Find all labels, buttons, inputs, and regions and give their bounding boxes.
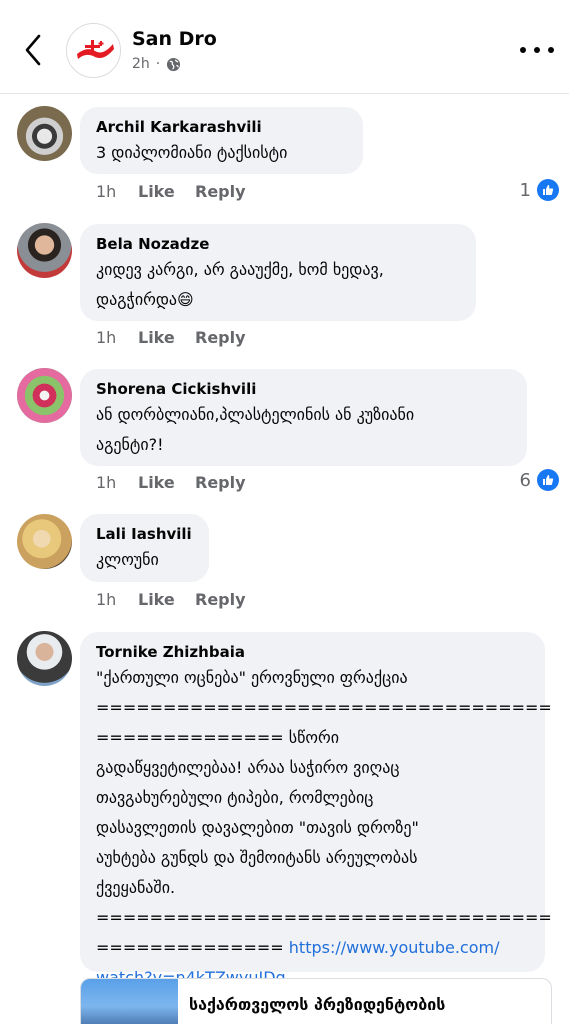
more-dot [534, 47, 540, 53]
comment-text: კლოუნი [96, 550, 159, 569]
like-button[interactable]: Like [138, 473, 195, 492]
comment-author[interactable]: Archil Karkarashvili [96, 117, 347, 137]
avatar[interactable] [17, 223, 72, 278]
reaction-count[interactable]: 6 [520, 469, 559, 491]
comment-bubble: Archil Karkarashvili 3 დიპლომიანი ტაქსის… [80, 107, 363, 174]
comment-bubble: Tornike Zhizhbaia "ქართული ოცნება" ეროვნ… [80, 632, 552, 987]
avatar[interactable] [17, 631, 72, 686]
comment-time[interactable]: 1h [96, 473, 138, 492]
like-button[interactable]: Like [138, 182, 195, 201]
thumbs-up-icon [537, 469, 559, 491]
comment-bubble: Shorena Cickishvili ან დორბლიანი,პლასტელ… [80, 369, 527, 466]
avatar[interactable] [17, 514, 72, 569]
link-preview-title: საქართველოს პრეზიდენტობის [189, 995, 446, 1014]
comment-bubble: Lali Iashvili კლოუნი [80, 514, 209, 582]
comment-actions: 1h Like Reply [96, 473, 246, 492]
comment-body: "ქართული ოცნება" ეროვნული ფრაქცია ======… [96, 668, 552, 957]
comment-author[interactable]: Shorena Cickishvili [96, 379, 511, 399]
avatar[interactable] [17, 368, 72, 423]
comment-author[interactable]: Lali Iashvili [96, 524, 193, 544]
separator-dot: · [155, 56, 161, 72]
post-time: 2h [132, 56, 150, 72]
more-options-button[interactable] [520, 40, 554, 60]
link-preview-card[interactable]: საქართველოს პრეზიდენტობის [80, 978, 552, 1024]
globe-icon [167, 57, 181, 71]
comment-author[interactable]: Bela Nozadze [96, 234, 460, 254]
reaction-number: 6 [519, 469, 531, 491]
page-name[interactable]: San Dro [132, 28, 217, 50]
comment-time[interactable]: 1h [96, 182, 138, 201]
link-preview-image [81, 979, 178, 1024]
thumbs-up-icon [537, 179, 559, 201]
post-header: San Dro 2h · [0, 0, 569, 94]
comment-text: კიდევ კარგი, არ გააუქმე, ხომ ხედავ, დაგჭ… [96, 260, 384, 309]
comment-author[interactable]: Tornike Zhizhbaia [96, 642, 529, 662]
comment-actions: 1h Like Reply [96, 328, 246, 347]
comment-text: ან დორბლიანი,პლასტელინის ან კუზიანი აგენ… [96, 405, 415, 454]
comment-actions: 1h Like Reply [96, 182, 246, 201]
comment-bubble: Bela Nozadze კიდევ კარგი, არ გააუქმე, ხო… [80, 224, 476, 321]
comment-time[interactable]: 1h [96, 328, 138, 347]
comment-text: "ქართული ოცნება" ეროვნული ფრაქცია ======… [96, 663, 552, 993]
page-avatar[interactable] [66, 23, 121, 78]
reaction-count[interactable]: 1 [520, 179, 559, 201]
reaction-number: 1 [519, 179, 531, 201]
comment-actions: 1h Like Reply [96, 590, 246, 609]
chevron-left-icon [25, 34, 41, 66]
reply-button[interactable]: Reply [195, 473, 246, 492]
more-dot [520, 47, 526, 53]
back-button[interactable] [18, 30, 48, 70]
more-dot [548, 47, 554, 53]
reply-button[interactable]: Reply [195, 182, 246, 201]
like-button[interactable]: Like [138, 590, 195, 609]
avatar[interactable] [17, 106, 72, 161]
reply-button[interactable]: Reply [195, 590, 246, 609]
like-button[interactable]: Like [138, 328, 195, 347]
post-meta: 2h · [132, 56, 181, 72]
georgian-flag-logo [67, 24, 120, 77]
reply-button[interactable]: Reply [195, 328, 246, 347]
comment-text: 3 დიპლომიანი ტაქსისტი [96, 143, 288, 162]
comment-time[interactable]: 1h [96, 590, 138, 609]
